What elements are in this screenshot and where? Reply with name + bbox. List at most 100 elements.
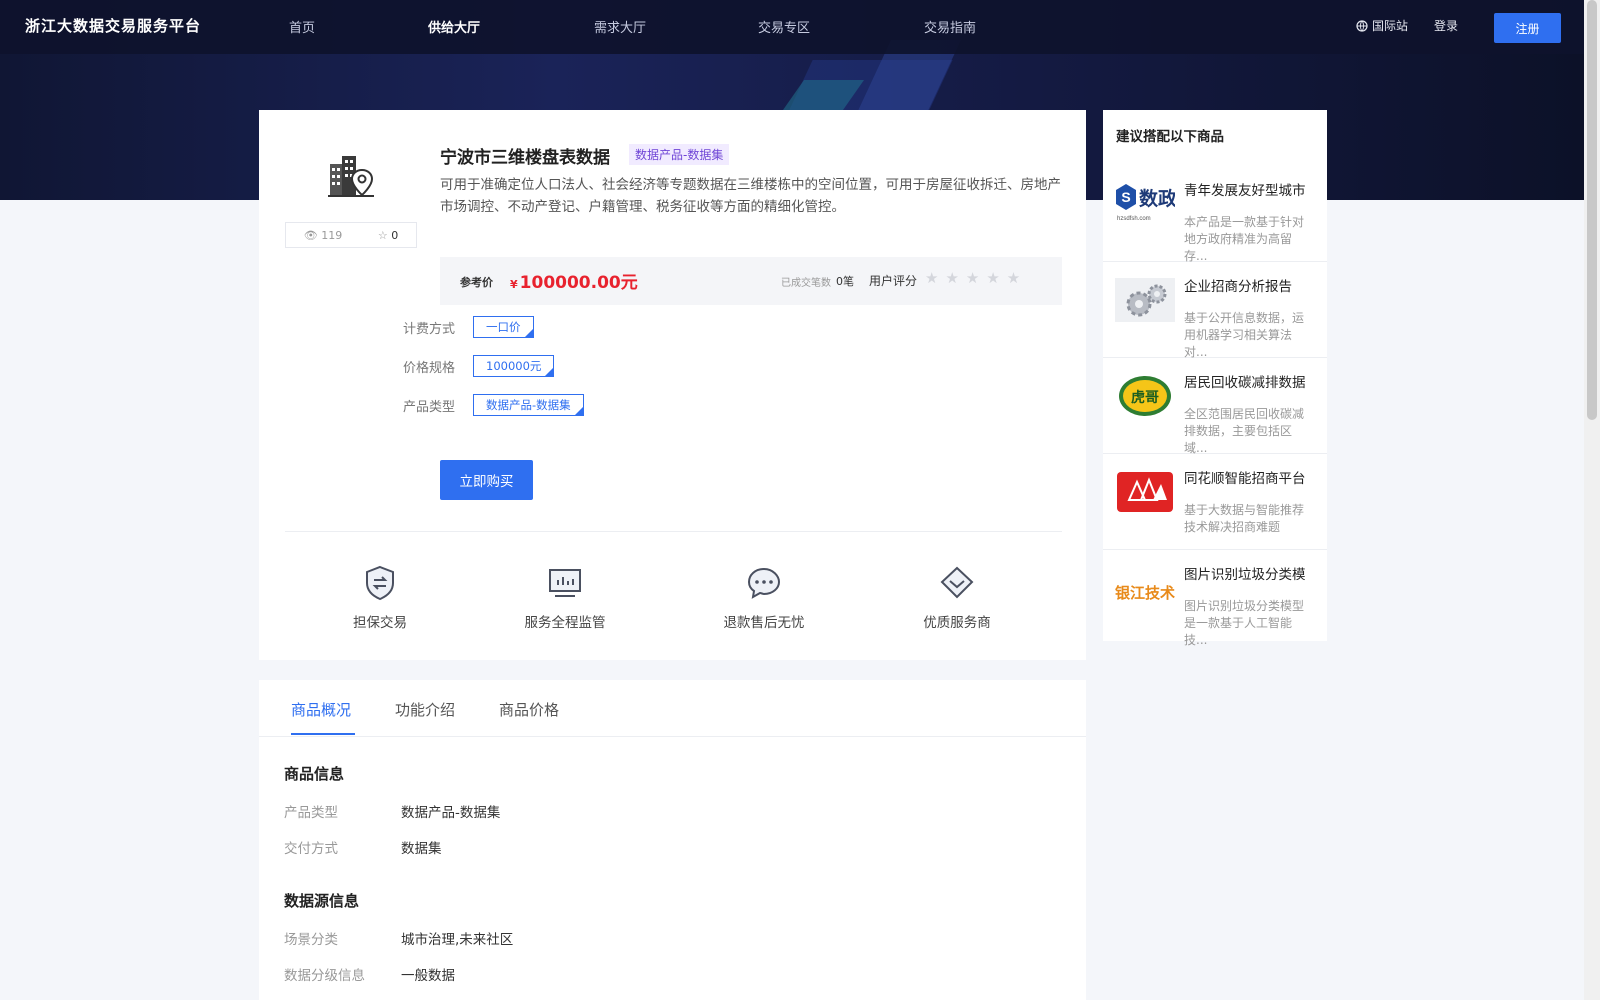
star-outline-icon: ☆ [377,228,388,242]
product-title: 宁波市三维楼盘表数据 [440,148,610,168]
buy-now-button[interactable]: 立即购买 [440,460,533,500]
feature-label: 退款售后无忧 [723,615,805,631]
feature-guaranteed-trade: 担保交易 [310,565,450,631]
yinjiang-logo: 银江技术 [1115,584,1175,602]
recommended-item[interactable]: 虎哥 居民回收碳减排数据 全区范围居民回收碳减排数据，主要包括区域... [1103,358,1327,455]
price-value: ¥100000.00元 [510,268,638,293]
nav-item-demand-hall[interactable]: 需求大厅 [594,17,646,36]
item-name: 企业招商分析报告 [1184,279,1292,295]
recommendation-sidebar: 建议搭配以下商品 S 数政 hzsdfsh.com 青年发展友好型城市 本产品是… [1103,110,1327,647]
product-info-title: 商品信息 [284,765,345,783]
price-amount: 100000.00元 [519,273,638,293]
item-logo-text: 虎哥 [1131,389,1159,406]
item-logo [1115,470,1175,514]
price-spec-label: 价格规格 [403,361,456,376]
rating-stars: ★★★★★ [925,269,1028,287]
source-info-title: 数据源信息 [284,892,360,910]
item-name: 图片识别垃圾分类模 [1184,567,1306,583]
tonghuashun-logo [1117,472,1173,512]
item-desc: 基于大数据与智能推荐技术解决招商难题 [1184,503,1305,534]
product-type-label: 产品类型 [403,400,456,415]
info-key: 数据分级信息 [284,968,365,984]
item-logo-text: 银江技术 [1115,584,1175,602]
deals-label: 已成交笔数 [781,278,831,289]
price-spec-option[interactable]: 100000元 [473,355,555,377]
info-key: 产品类型 [284,805,338,821]
monitor-icon [549,569,581,597]
globe-icon [1356,19,1368,32]
item-name: 同花顺智能招商平台 [1184,471,1306,487]
nav-item-trade-zone[interactable]: 交易专区 [758,17,810,36]
feature-label: 优质服务商 [923,615,991,631]
product-stats: 👁 119 ☆ 0 [285,222,417,248]
item-name: 居民回收碳减排数据 [1184,375,1306,391]
item-logo: S 数政 hzsdfsh.com [1115,182,1175,226]
site-logo[interactable]: 浙江大数据交易服务平台 [25,15,201,36]
recommended-item[interactable]: S 数政 hzsdfsh.com 青年发展友好型城市 本产品是一款基于针对地方政… [1103,166,1327,263]
item-name: 青年发展友好型城市 [1184,183,1306,199]
recommended-item[interactable]: 银江技术 图片识别垃圾分类模 图片识别垃圾分类模型是一款基于人工智能技... [1103,550,1327,647]
item-logo-text: 数政 [1139,187,1175,210]
eye-icon: 👁 [303,228,318,242]
item-logo: 银江技术 [1115,566,1175,610]
top-nav-bar: 浙江大数据交易服务平台 首页 供给大厅 需求大厅 交易专区 交易指南 国际站 登… [0,0,1584,54]
favorites-stat[interactable]: ☆ 0 [378,229,398,242]
item-desc: 基于公开信息数据，运用机器学习相关算法对... [1184,311,1305,359]
favorites-count: 0 [391,228,399,242]
building-location-icon [328,156,374,197]
product-type-option[interactable]: 数据产品-数据集 [473,394,584,416]
shuzheng-logo: S 数政 hzsdfsh.com [1116,184,1175,222]
item-desc: 本产品是一款基于针对地方政府精准为高留存... [1184,215,1305,263]
nav-item-home[interactable]: 首页 [289,17,315,36]
tab-divider [259,736,1086,737]
feature-service-supervision: 服务全程监管 [495,565,635,631]
divider [285,531,1062,532]
feature-refund-worry-free: 退款售后无忧 [694,565,834,631]
nav-item-trade-guide[interactable]: 交易指南 [924,17,976,36]
item-logo: 虎哥 [1115,374,1175,418]
billing-method-option[interactable]: 一口价 [473,316,534,338]
shield-icon [366,565,394,601]
tab-features[interactable]: 功能介绍 [395,699,455,720]
tab-pricing[interactable]: 商品价格 [499,699,559,720]
info-key: 交付方式 [284,841,338,857]
recommended-item[interactable]: 同花顺智能招商平台 基于大数据与智能推荐技术解决招商难题 [1103,454,1327,550]
item-desc: 图片识别垃圾分类模型是一款基于人工智能技... [1184,599,1305,647]
rating-label: 用户评分 [869,274,918,288]
info-value: 一般数据 [401,968,455,984]
info-value: 数据集 [401,841,442,857]
feature-label: 担保交易 [353,615,407,631]
svg-text:S: S [1121,189,1130,205]
item-desc: 全区范围居民回收碳减排数据，主要包括区域... [1184,407,1305,455]
scrollbar-thumb[interactable] [1587,0,1597,420]
product-tabs-card: 商品概况 功能介绍 商品价格 商品信息 产品类型 数据产品-数据集 交付方式 数… [259,680,1086,1000]
info-key: 场景分类 [284,932,338,948]
tab-overview[interactable]: 商品概况 [291,699,351,720]
nav-item-supply-hall[interactable]: 供给大厅 [428,17,480,36]
register-button[interactable]: 注册 [1494,13,1561,43]
views-stat: 👁 119 [304,229,342,242]
product-category-tag: 数据产品-数据集 [629,144,730,165]
feature-label: 服务全程监管 [524,615,606,631]
product-logo [285,150,417,220]
info-value: 城市治理,未来社区 [401,932,514,948]
deals-count: 0笔 [836,275,854,288]
item-logo [1115,278,1175,322]
item-logo-subtext: hzsdfsh.com [1117,216,1151,222]
info-value: 数据产品-数据集 [401,805,501,821]
gears-icon [1115,278,1175,322]
product-detail-card: 👁 119 ☆ 0 宁波市三维楼盘表数据 数据产品-数据集 可用于准确定位人口法… [259,110,1086,660]
feature-quality-provider: 优质服务商 [887,565,1027,631]
recommended-item[interactable]: 企业招商分析报告 基于公开信息数据，运用机器学习相关算法对... [1103,262,1327,359]
sidebar-title: 建议搭配以下商品 [1116,129,1224,145]
ref-price-label: 参考价 [460,276,493,289]
login-link[interactable]: 登录 [1434,17,1458,34]
huge-logo: 虎哥 [1119,376,1171,416]
billing-method-label: 计费方式 [403,322,456,337]
intl-site-link[interactable]: 国际站 [1356,17,1408,34]
diamond-icon [940,566,974,599]
product-description: 可用于准确定位人口法人、社会经济等专题数据在三维楼栋中的空间位置，可用于房屋征收… [440,177,1061,215]
price-bar: 参考价 ¥100000.00元 已成交笔数 0笔 用户评分 ★★★★★ [440,257,1062,305]
currency-symbol: ¥ [510,278,518,291]
intl-site-label: 国际站 [1372,19,1409,33]
